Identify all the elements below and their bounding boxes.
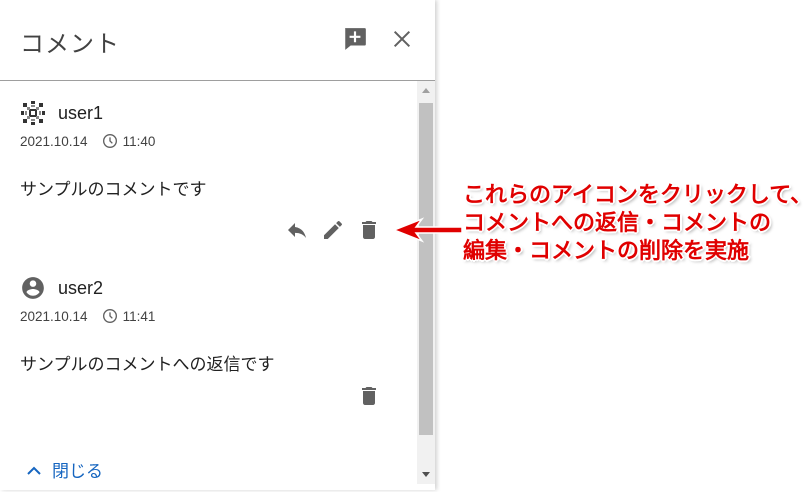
comment-text: サンプルのコメントへの返信です <box>20 355 275 375</box>
comment-actions <box>276 217 384 247</box>
comment-item: user2 2021.10.14 11:41 サンプルのコメントへの返信です <box>20 274 410 405</box>
close-icon <box>391 28 413 54</box>
annotation-line: これらのアイコンをクリックして、 <box>463 183 807 208</box>
author-row: user1 <box>20 99 410 127</box>
scrollbar[interactable] <box>417 81 435 484</box>
clock-icon <box>102 133 118 149</box>
collapse-label: 閉じる <box>52 462 103 482</box>
comment-actions <box>348 383 384 413</box>
reply-icon <box>285 218 309 246</box>
panel-title: コメント <box>20 30 120 58</box>
scroll-down-arrow-icon[interactable] <box>417 466 435 484</box>
author-row: user2 <box>20 274 410 302</box>
username: user2 <box>58 277 104 298</box>
comment-panel: コメント user1 2021.10.14 11:40 サンプルのコメントです … <box>0 0 435 490</box>
add-comment-icon <box>342 26 368 56</box>
delete-icon <box>357 218 381 246</box>
comment-time: 11:41 <box>122 308 156 324</box>
annotation-arrow <box>392 217 463 243</box>
delete-button[interactable] <box>354 217 384 247</box>
comment-time: 11:40 <box>122 133 156 149</box>
scroll-up-arrow-icon[interactable] <box>417 81 435 99</box>
delete-button[interactable] <box>354 383 384 413</box>
account-circle-icon <box>20 275 46 301</box>
comment-date: 2021.10.14 <box>20 133 88 149</box>
annotation-line: 編集・コメントの削除を実施 <box>463 239 750 264</box>
comment-meta: 2021.10.14 11:40 <box>20 133 410 149</box>
username: user1 <box>58 102 104 123</box>
comment-text: サンプルのコメントです <box>20 180 207 200</box>
comment-date: 2021.10.14 <box>20 308 88 324</box>
collapse-comments-link[interactable]: 閉じる <box>26 457 103 482</box>
comment-list[interactable]: user1 2021.10.14 11:40 サンプルのコメントです user2… <box>0 81 435 490</box>
annotation-line: コメントへの返信・コメントの <box>463 211 772 236</box>
panel-header: コメント <box>0 0 435 81</box>
close-panel-button[interactable] <box>387 26 417 56</box>
edit-button[interactable] <box>318 217 348 247</box>
add-comment-button[interactable] <box>340 26 370 56</box>
comment-meta: 2021.10.14 11:41 <box>20 308 410 324</box>
reply-button[interactable] <box>282 217 312 247</box>
chevron-up-icon <box>26 464 42 476</box>
comment-item: user1 2021.10.14 11:40 サンプルのコメントです <box>20 99 410 239</box>
scrollbar-thumb[interactable] <box>419 103 433 435</box>
delete-icon <box>357 384 381 412</box>
edit-icon <box>321 218 345 246</box>
pattern-avatar-icon <box>20 100 46 126</box>
annotation-callout: これらのアイコンをクリックして、 コメントへの返信・コメントの 編集・コメントの… <box>463 182 807 266</box>
clock-icon <box>102 308 118 324</box>
